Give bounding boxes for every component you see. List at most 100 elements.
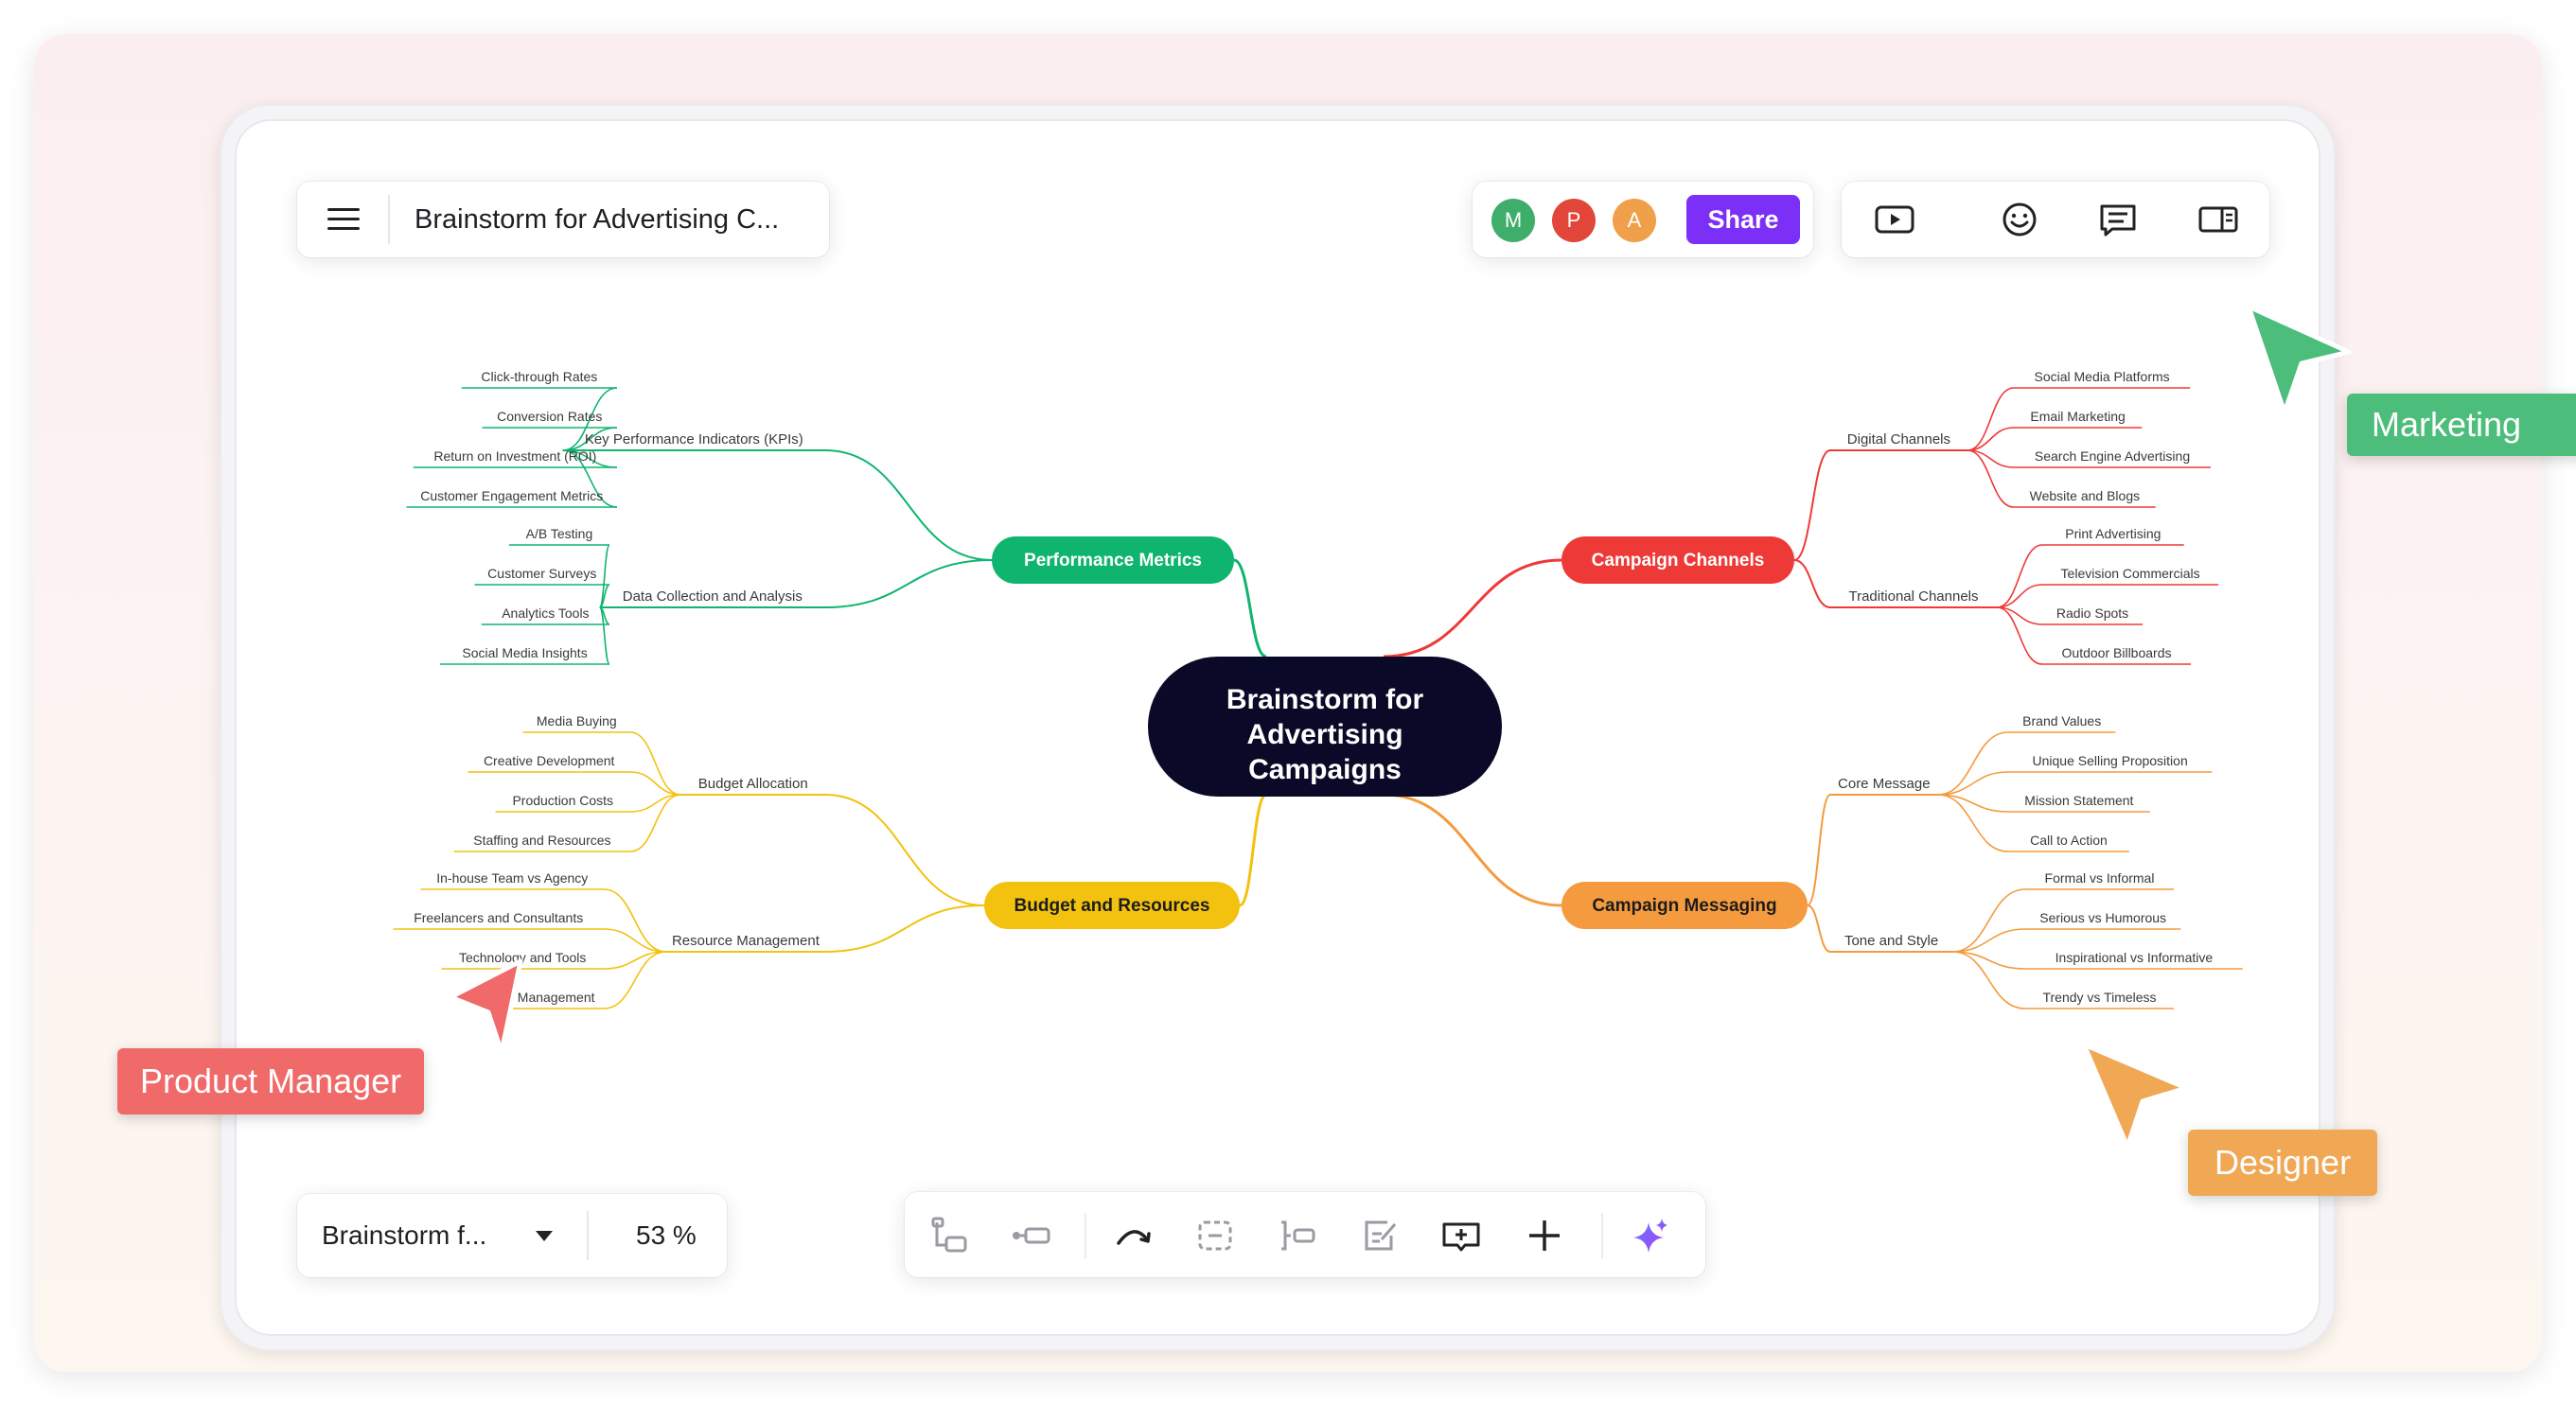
leaf-topic-label[interactable]: Customer Surveys [487,566,596,581]
zoom-level[interactable]: 53 % [636,1220,697,1251]
leaf-topic-label[interactable]: Inspirational vs Informative [2056,950,2214,965]
designer-cursor-icon [2081,1042,2189,1150]
leaf-topic-label[interactable]: In-house Team vs Agency [436,870,588,886]
main-topic-label[interactable]: Campaign Messaging [1592,896,1776,916]
sheet-zoom-panel: Brainstorm f... 53 % [297,1194,727,1277]
sheet-name[interactable]: Brainstorm f... [322,1220,486,1251]
connector-line [1807,794,1831,906]
summary-icon[interactable] [1194,1215,1236,1256]
connector-line [1967,387,2015,451]
leaf-topic-label[interactable]: Outdoor Billboards [2062,645,2172,660]
connector-line [1937,731,2009,796]
leaf-topic-label[interactable]: Creative Development [484,753,615,768]
main-topic-label[interactable]: Budget and Resources [1015,896,1210,916]
leaf-topic-label[interactable]: Production Costs [512,793,613,808]
central-topic-label[interactable]: Campaigns [1248,754,1402,785]
mindmap-canvas[interactable]: Brainstorm for Advertising Campaigns Key Pe… [237,121,2319,1334]
connector-line [1383,558,1562,658]
note-icon[interactable] [1359,1215,1401,1256]
add-icon[interactable] [1524,1215,1565,1256]
connector-line [1952,928,2026,953]
subtopic-label[interactable]: Digital Channels [1847,431,1950,448]
document-title[interactable]: Brainstorm for Advertising C... [415,204,779,236]
subtopic-label[interactable]: Traditional Channels [1848,588,1978,605]
caret-down-icon[interactable] [534,1228,555,1243]
connector-line [1996,544,2043,608]
leaf-topic-label[interactable]: Print Advertising [2065,526,2161,541]
leaf-topic-label[interactable]: Trendy vs Timeless [2042,990,2156,1005]
leaf-topic-label[interactable]: A/B Testing [526,526,593,541]
leaf-topic-label[interactable]: Conversion Rates [497,409,602,424]
emoji-icon[interactable] [1999,201,2040,238]
leaf-topic-label[interactable]: Mission Statement [2024,793,2133,808]
subtopic-label[interactable]: Tone and Style [1844,933,1938,949]
connector-line [1807,904,1831,953]
collaborators-panel: M P A Share [1473,182,1813,257]
leaf-topic-label[interactable]: Formal vs Informal [2045,870,2155,886]
subtopic-label[interactable]: Budget Allocation [698,776,808,792]
subtopic-label[interactable]: Core Message [1838,776,1931,792]
sidebar-panel-icon[interactable] [2197,201,2239,238]
connector-line [1793,559,1831,608]
leaf-topic-label[interactable]: Television Commercials [2061,566,2200,581]
leaf-topic-label[interactable]: Call to Action [2030,833,2108,848]
app-backdrop: Brainstorm for Advertising Campaigns Key Pe… [34,34,2542,1372]
add-child-node-icon[interactable] [929,1215,971,1256]
insert-topic-icon[interactable] [1440,1215,1482,1256]
leaf-topic-label[interactable]: Customer Engagement Metrics [420,488,603,503]
leaf-topic-label[interactable]: Analytics Tools [502,605,589,621]
subtopic-label[interactable]: Resource Management [672,933,820,949]
marketing-cursor-label: Marketing [2347,394,2576,456]
subtopic-label[interactable]: Key Performance Indicators (KPIs) [585,431,803,448]
avatar[interactable]: P [1552,199,1596,242]
connector-line [603,888,666,953]
central-topic-label[interactable]: Advertising [1246,719,1403,750]
hamburger-menu-icon[interactable] [327,206,360,233]
leaf-topic-label[interactable]: Email Marketing [2030,409,2125,424]
present-icon[interactable] [1874,201,1915,238]
connector-line [824,794,985,906]
share-button[interactable]: Share [1686,195,1800,244]
product-manager-cursor-label: Product Manager [117,1048,425,1114]
toolbar-separator [1085,1213,1086,1258]
leaf-topic-label[interactable]: Social Media Insights [462,645,587,660]
avatar-initial: A [1627,208,1642,232]
device-frame: Brainstorm for Advertising Campaigns Key Pe… [220,104,2336,1351]
avatar[interactable]: A [1613,199,1656,242]
comment-icon[interactable] [2097,201,2139,238]
relationship-icon[interactable] [1113,1215,1155,1256]
designer-cursor-label: Designer [2188,1130,2378,1196]
connector-line [824,559,993,608]
boundary-icon[interactable] [1276,1215,1317,1256]
leaf-topic-label[interactable]: Serious vs Humorous [2039,910,2166,925]
view-tools-panel [1842,182,2269,257]
document-title-panel: Brainstorm for Advertising C... [297,182,829,257]
ai-sparkle-icon[interactable] [1630,1215,1671,1256]
toolbar-separator [1601,1213,1603,1258]
add-sibling-node-icon[interactable] [1011,1215,1052,1256]
leaf-topic-label[interactable]: Click-through Rates [481,369,597,384]
avatar-initial: P [1566,208,1581,232]
leaf-topic-label[interactable]: Return on Investment (ROI) [433,448,596,464]
leaf-topic-label[interactable]: Social Media Platforms [2034,369,2169,384]
leaf-topic-label[interactable]: Radio Spots [2056,605,2128,621]
leaf-topic-label[interactable]: Brand Values [2022,713,2101,728]
canvas-screen[interactable]: Brainstorm for Advertising Campaigns Key Pe… [237,121,2319,1334]
subtopic-label[interactable]: Data Collection and Analysis [623,588,803,605]
leaf-topic-label[interactable]: Search Engine Advertising [2035,448,2190,464]
leaf-topic-label[interactable]: Freelancers and Consultants [414,910,583,925]
connector-line [824,904,985,953]
connector-line [824,449,993,561]
connector-line [1233,558,1267,658]
leaf-topic-label[interactable]: Media Buying [537,713,617,728]
connector-line [1967,427,2015,451]
avatar[interactable]: M [1491,199,1535,242]
central-topic-label[interactable]: Brainstorm for [1226,684,1424,715]
main-topic-label[interactable]: Performance Metrics [1024,551,1202,570]
leaf-topic-label[interactable]: Unique Selling Proposition [2033,753,2188,768]
connector-line [1952,888,2026,953]
avatar-initial: M [1504,208,1523,232]
leaf-topic-label[interactable]: Website and Blogs [2030,488,2140,503]
leaf-topic-label[interactable]: Staffing and Resources [473,833,610,848]
main-topic-label[interactable]: Campaign Channels [1592,551,1765,570]
